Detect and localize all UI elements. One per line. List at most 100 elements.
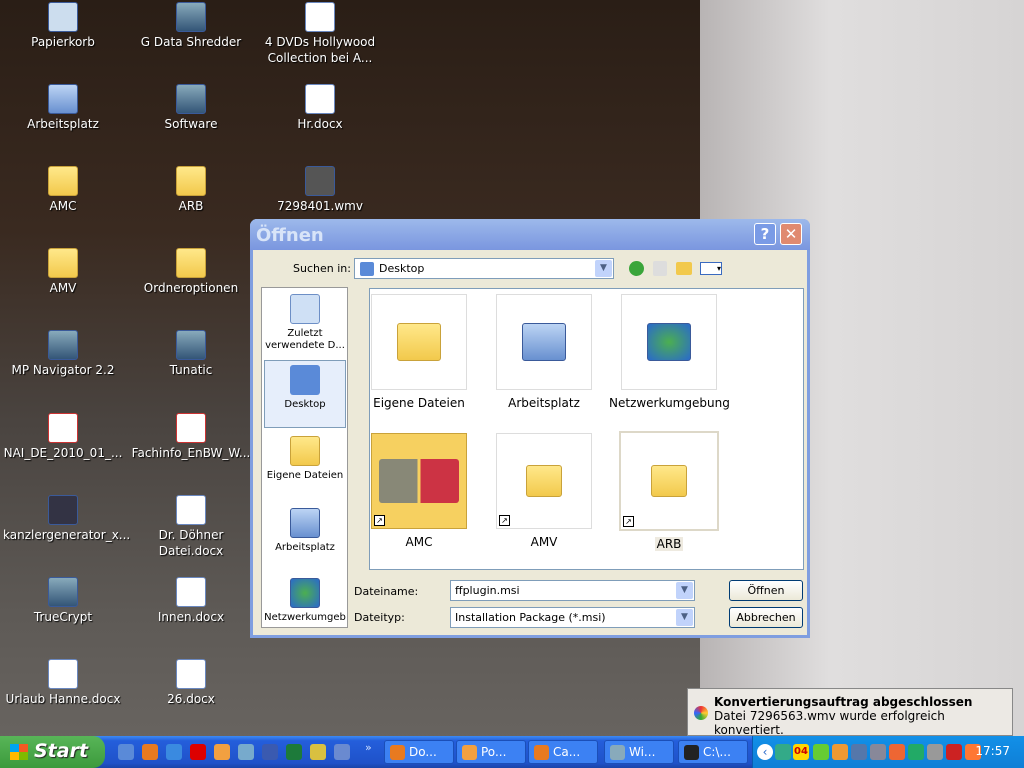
tray-icon[interactable] <box>813 744 829 760</box>
place-desktop[interactable]: Desktop <box>264 360 346 428</box>
tool-icon[interactable] <box>334 744 350 760</box>
taskbar-button[interactable]: Po... <box>456 740 526 764</box>
view-menu-icon[interactable]: ▾ <box>700 262 722 275</box>
tray-icon[interactable] <box>851 744 867 760</box>
desktop-icon-label: Ordneroptionen <box>143 281 239 295</box>
file-item[interactable]: Netzwerkumgebung <box>609 294 730 410</box>
place-label: Eigene Dateien <box>266 470 344 481</box>
desktop-icon-doc[interactable]: Innen.docx <box>131 577 251 625</box>
desktop-icon-recycle[interactable]: Papierkorb <box>3 2 123 50</box>
taskbar-button[interactable]: Do... <box>384 740 454 764</box>
chevron-down-icon[interactable]: ▼ <box>595 260 612 277</box>
calendar-icon[interactable]: 04 <box>793 744 809 760</box>
desktop-icon-label: G Data Shredder <box>140 35 242 49</box>
file-item[interactable]: Eigene Dateien <box>359 294 479 410</box>
tray-icon[interactable] <box>927 744 943 760</box>
taskbar: Start » Do... Po... Ca... Wi... C:\... ‹ 04 … <box>0 736 1024 768</box>
help-button[interactable]: ? <box>754 223 776 245</box>
internet-explorer-icon[interactable] <box>166 744 182 760</box>
file-item[interactable]: ↗ AMV <box>484 433 604 549</box>
desktop-icon-video[interactable]: 7298401.wmv <box>260 166 380 214</box>
desktop-icon-doc[interactable]: 4 DVDs Hollywood Collection bei A... <box>260 2 380 66</box>
desktop-icon-folder[interactable]: Ordneroptionen <box>131 248 251 296</box>
task-app-icon <box>462 745 477 760</box>
place-label: Desktop <box>284 399 326 410</box>
file-label: Eigene Dateien <box>373 396 465 410</box>
desktop-icon-doc[interactable]: Dr. Döhner Datei.docx <box>131 495 251 559</box>
chevron-down-icon[interactable]: ▼ <box>676 582 693 599</box>
desktop-icon-app[interactable]: TrueCrypt <box>3 577 123 625</box>
back-icon[interactable] <box>629 261 644 276</box>
desktop-icon-doc[interactable]: Urlaub Hanne.docx <box>3 659 123 707</box>
app-icon <box>48 577 78 607</box>
file-label: Netzwerkumgebung <box>609 396 730 410</box>
folder-icon <box>397 323 441 361</box>
thunderbird-icon[interactable] <box>214 744 230 760</box>
desktop-icon-label: NAI_DE_2010_01_... <box>3 446 123 460</box>
excel-icon[interactable] <box>286 744 302 760</box>
desktop-icon-flash[interactable]: kanzlergenerator_x... <box>3 495 130 543</box>
taskbar-button[interactable]: Ca... <box>528 740 598 764</box>
tray-icon[interactable] <box>908 744 924 760</box>
doc-icon <box>48 659 78 689</box>
up-folder-icon[interactable] <box>653 261 667 276</box>
desktop-icon-app[interactable]: G Data Shredder <box>131 2 251 50</box>
task-label: Ca... <box>553 745 581 759</box>
place-network[interactable]: Netzwerkumgeb <box>264 578 346 624</box>
places-bar: Zuletzt verwendete D... Desktop Eigene D… <box>261 287 348 628</box>
desktop-icon-doc[interactable]: 26.docx <box>131 659 251 707</box>
desktop-icon[interactable] <box>118 744 134 760</box>
task-label: C:\... <box>703 745 731 759</box>
start-button[interactable]: Start <box>0 736 105 768</box>
desktop-icon-app[interactable]: MP Navigator 2.2 <box>3 330 123 378</box>
doc-icon <box>176 577 206 607</box>
cancel-button[interactable]: Abbrechen <box>729 607 803 628</box>
doc-icon <box>176 495 206 525</box>
place-my-computer[interactable]: Arbeitsplatz <box>264 508 346 554</box>
look-in-dropdown[interactable]: Desktop ▼ <box>354 258 614 279</box>
desktop-icon-folder[interactable]: AMC <box>3 166 123 214</box>
look-in-value: Desktop <box>379 262 425 275</box>
desktop-icon-folder[interactable]: ARB <box>131 166 251 214</box>
opera-icon[interactable] <box>190 744 206 760</box>
file-item[interactable]: ↗ ARB <box>609 431 729 551</box>
quicklaunch-more-button[interactable]: » <box>365 741 372 754</box>
desktop-icon-pdf[interactable]: Fachinfo_EnBW_W... <box>131 413 251 461</box>
taskbar-button[interactable]: Wi... <box>604 740 674 764</box>
desktop-icon-app[interactable]: Tunatic <box>131 330 251 378</box>
word-icon[interactable] <box>262 744 278 760</box>
firefox-icon[interactable] <box>142 744 158 760</box>
tray-icon[interactable] <box>889 744 905 760</box>
shortcut-arrow-icon: ↗ <box>374 515 385 526</box>
desktop-icon-app[interactable]: Software <box>131 84 251 132</box>
clock[interactable]: 17:57 <box>975 744 1010 758</box>
open-button[interactable]: Öffnen <box>729 580 803 601</box>
tray-icon[interactable] <box>775 744 791 760</box>
desktop-icon-doc[interactable]: Hr.docx <box>260 84 380 132</box>
tray-icon[interactable] <box>946 744 962 760</box>
new-folder-icon[interactable] <box>676 262 692 275</box>
close-button[interactable]: ✕ <box>780 223 802 245</box>
chart-icon[interactable] <box>310 744 326 760</box>
place-recent[interactable]: Zuletzt verwendete D... <box>264 294 346 352</box>
file-item[interactable]: ↗ AMC <box>359 433 479 549</box>
desktop-icon-pc[interactable]: Arbeitsplatz <box>3 84 123 132</box>
tray-icon[interactable] <box>832 744 848 760</box>
filename-input[interactable]: ffplugin.msi ▼ <box>450 580 695 601</box>
desktop-icon-folder[interactable]: AMV <box>3 248 123 296</box>
doc-icon <box>176 659 206 689</box>
notification-balloon[interactable]: Konvertierungsauftrag abgeschlossen Date… <box>687 688 1013 737</box>
flash-icon <box>48 495 78 525</box>
chevron-down-icon[interactable]: ▼ <box>676 609 693 626</box>
filetype-dropdown[interactable]: Installation Package (*.msi) ▼ <box>450 607 695 628</box>
taskbar-button[interactable]: C:\... <box>678 740 748 764</box>
desktop-icon-label: MP Navigator 2.2 <box>11 363 115 377</box>
place-my-documents[interactable]: Eigene Dateien <box>264 436 346 482</box>
tray-icon[interactable] <box>870 744 886 760</box>
file-item[interactable]: Arbeitsplatz <box>484 294 604 410</box>
tray-expand-icon[interactable]: ‹ <box>757 744 773 760</box>
dialog-titlebar[interactable]: Öffnen ? ✕ <box>250 219 810 250</box>
desktop-icon-pdf[interactable]: NAI_DE_2010_01_... <box>3 413 123 461</box>
messenger-icon[interactable] <box>238 744 254 760</box>
app-icon <box>176 84 206 114</box>
